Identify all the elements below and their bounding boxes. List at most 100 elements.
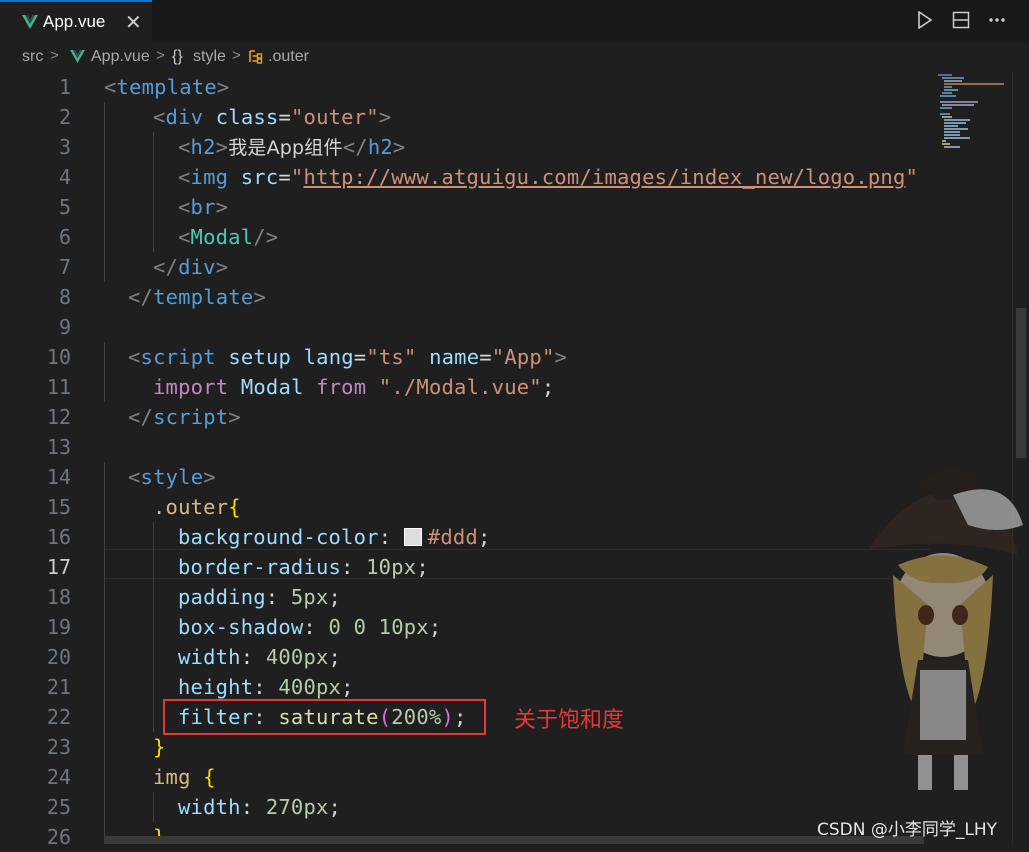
url-link[interactable]: http://www.atguigu.com/images/index_new/… — [303, 165, 905, 189]
minimap-line — [942, 140, 946, 142]
more-actions-icon[interactable] — [987, 10, 1007, 30]
line-number: 4 — [58, 165, 71, 189]
line-number: 24 — [46, 765, 71, 789]
line-number: 14 — [46, 465, 71, 489]
code-line: <img src="http://www.atguigu.com/images/… — [178, 165, 919, 189]
close-icon[interactable]: ✕ — [125, 10, 142, 35]
minimap-line — [944, 119, 970, 121]
scrollbar-thumb[interactable] — [1016, 308, 1026, 458]
minimap-line — [942, 77, 964, 79]
minimap-line — [942, 143, 950, 145]
code-line: background-color: #ddd; — [178, 525, 491, 549]
minimap-line — [944, 134, 960, 136]
minimap-line — [942, 92, 952, 94]
horizontal-scrollbar[interactable] — [104, 836, 924, 844]
minimap-line — [944, 83, 1004, 85]
code-line: width: 400px; — [178, 645, 342, 669]
code-line: <script setup lang="ts" name="App"> — [128, 345, 568, 369]
line-number: 15 — [46, 495, 71, 519]
code-line: <br> — [178, 195, 229, 219]
line-number: 11 — [46, 375, 71, 399]
code-line: img { — [153, 765, 216, 789]
breadcrumb-src[interactable]: src — [22, 48, 43, 66]
code-line: <div class="outer"> — [153, 105, 392, 129]
breadcrumb: src > App.vue > {} style > .outer — [0, 42, 1029, 72]
indent-guide — [104, 462, 105, 844]
code-line: <Modal/> — [178, 225, 279, 249]
minimap-line — [944, 80, 962, 82]
code-line: import Modal from "./Modal.vue"; — [153, 375, 555, 399]
line-number: 7 — [58, 255, 71, 279]
minimap-line — [944, 137, 970, 139]
line-number: 6 — [58, 225, 71, 249]
minimap-line — [944, 89, 958, 91]
minimap-line — [944, 122, 966, 124]
line-number: 13 — [46, 435, 71, 459]
line-number: 19 — [46, 615, 71, 639]
line-number: 1 — [58, 75, 71, 99]
minimap-line — [944, 128, 968, 130]
line-number: 21 — [46, 675, 71, 699]
editor-actions — [915, 10, 1007, 30]
braces-icon: {} — [172, 48, 183, 65]
code-line: padding: 5px; — [178, 585, 342, 609]
breadcrumb-style[interactable]: style — [193, 48, 226, 66]
line-number: 9 — [58, 315, 71, 339]
code-line: width: 270px; — [178, 795, 342, 819]
line-number: 2 — [58, 105, 71, 129]
code-line: </script> — [128, 405, 241, 429]
line-number: 8 — [58, 285, 71, 309]
css-selector-icon — [248, 49, 264, 70]
line-number: 25 — [46, 795, 71, 819]
code-line: </template> — [128, 285, 266, 309]
line-number: 22 — [46, 705, 71, 729]
code-line: .outer{ — [153, 495, 241, 519]
minimap-line — [944, 125, 958, 127]
breadcrumb-app-vue[interactable]: App.vue — [91, 48, 150, 66]
split-editor-icon[interactable] — [951, 10, 971, 30]
line-number: 5 — [58, 195, 71, 219]
line-number: 12 — [46, 405, 71, 429]
annotation-label: 关于饱和度 — [514, 708, 625, 733]
code-line: border-radius: 10px; — [178, 555, 429, 579]
line-number-active: 17 — [46, 555, 71, 579]
code-line: box-shadow: 0 0 10px; — [178, 615, 442, 639]
code-line: <h2>我是App组件</h2> — [178, 135, 406, 159]
mascot-illustration — [868, 468, 1023, 790]
indent-guide — [104, 342, 105, 402]
line-number: 3 — [58, 135, 71, 159]
line-number: 18 — [46, 585, 71, 609]
code-line: height: 400px; — [178, 675, 354, 699]
code-line: <template> — [104, 75, 230, 99]
indent-guide — [153, 792, 154, 822]
minimap-line — [942, 116, 952, 118]
minimap-line — [940, 101, 978, 103]
indent-guide — [104, 102, 105, 282]
highlight-box — [163, 699, 486, 735]
code-line: } — [153, 735, 166, 759]
line-number: 16 — [46, 525, 71, 549]
line-number: 10 — [46, 345, 71, 369]
vue-icon — [22, 14, 38, 33]
minimap-line — [940, 107, 952, 109]
chevron-right-icon: > — [232, 47, 241, 64]
chevron-right-icon: > — [50, 47, 59, 64]
minimap-line — [938, 74, 952, 76]
run-icon[interactable] — [915, 10, 935, 30]
minimap-line — [940, 113, 950, 115]
minimap-line — [944, 86, 952, 88]
chevron-right-icon: > — [156, 47, 165, 64]
indent-guide — [153, 132, 154, 252]
line-number-gutter: 1 2 3 4 5 6 7 8 9 10 11 12 13 14 15 16 1… — [0, 72, 90, 849]
minimap-line — [942, 104, 974, 106]
code-line: <style> — [128, 465, 216, 489]
tab-app-vue[interactable]: App.vue ✕ — [0, 0, 152, 42]
breadcrumb-outer[interactable]: .outer — [268, 48, 309, 66]
watermark: CSDN @小李同学_LHY — [817, 820, 998, 840]
color-swatch[interactable] — [403, 528, 422, 546]
tab-label: App.vue — [43, 12, 106, 31]
tab-bar: App.vue ✕ — [0, 0, 1029, 42]
minimap-line — [940, 95, 956, 97]
minimap-line — [944, 131, 960, 133]
line-number: 20 — [46, 645, 71, 669]
